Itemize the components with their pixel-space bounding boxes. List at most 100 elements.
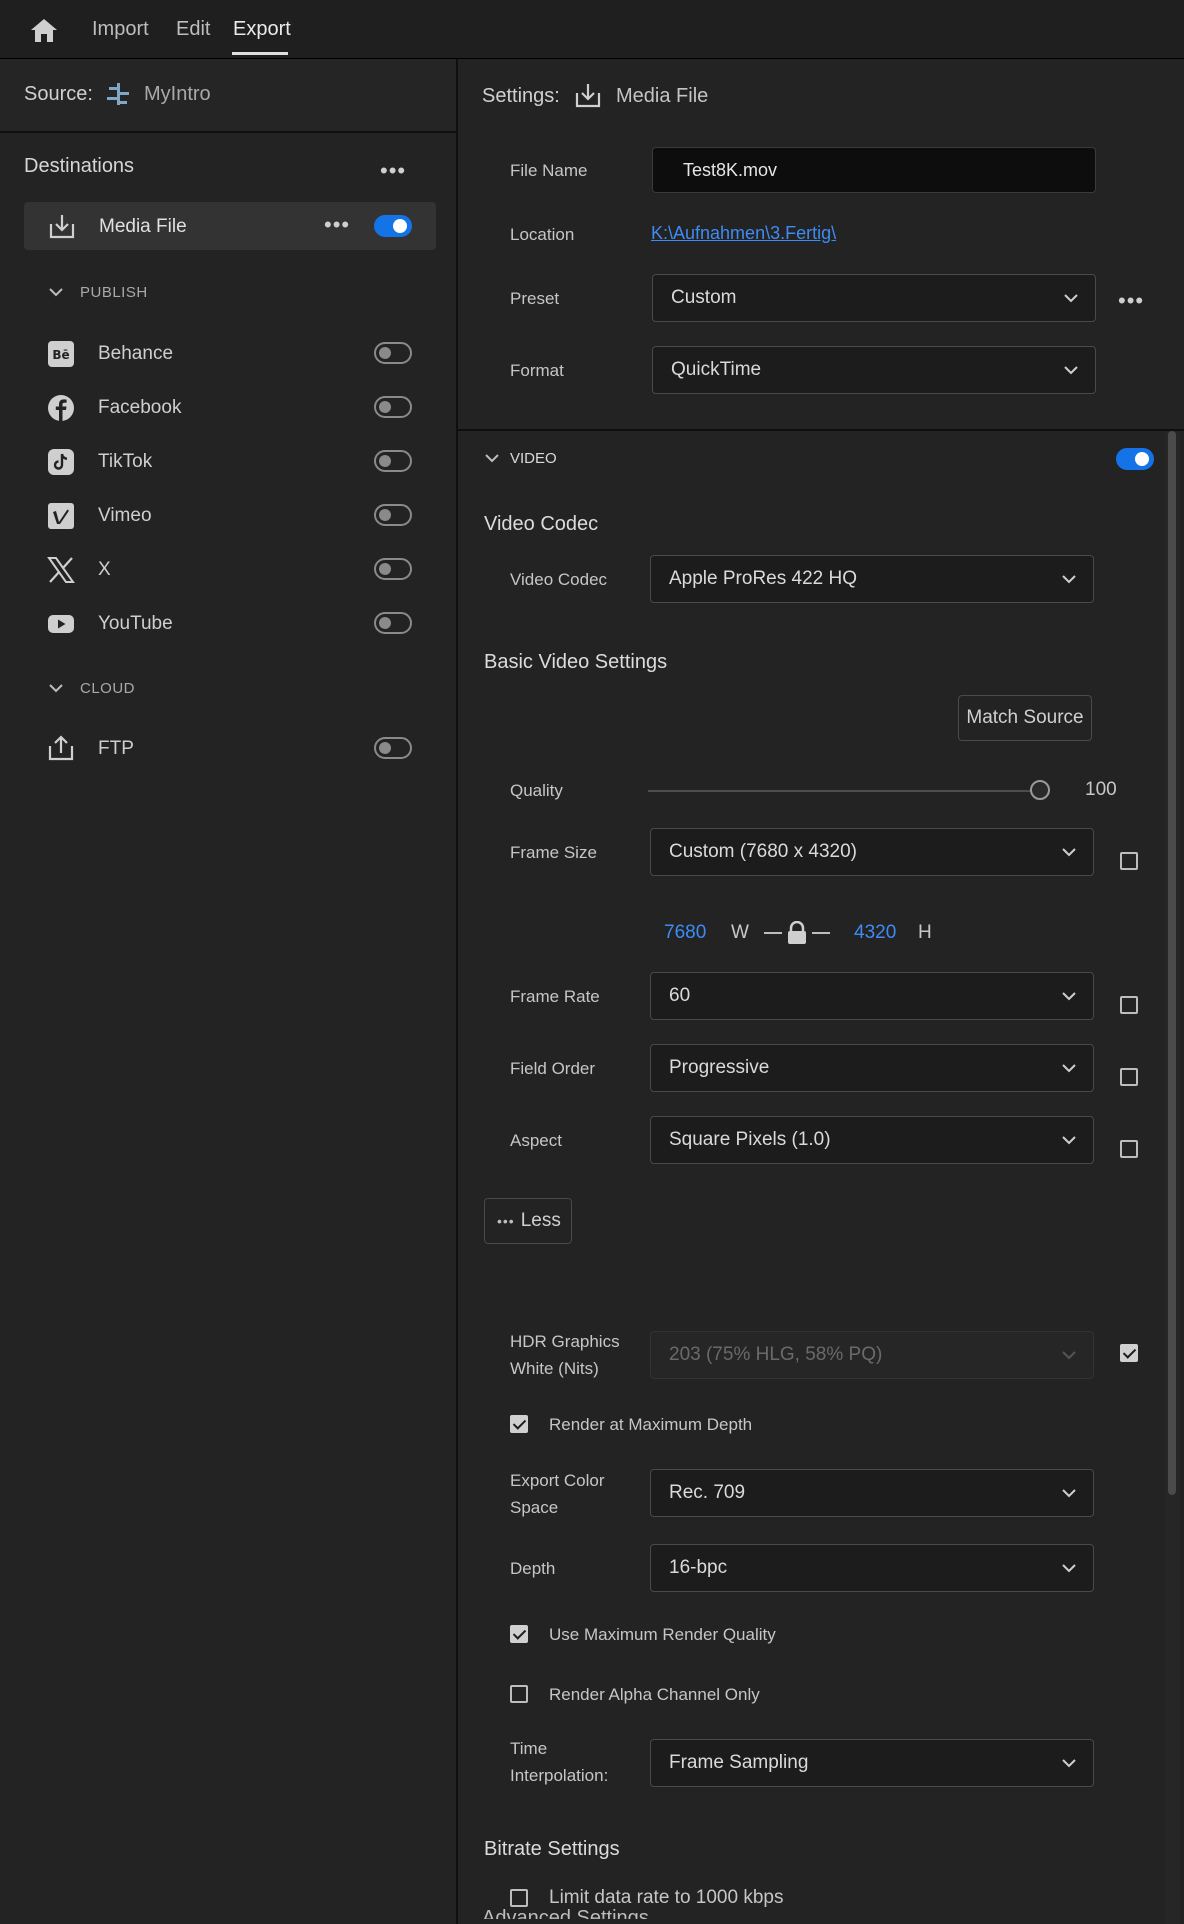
ftp-toggle[interactable]: [374, 737, 412, 759]
aspect-dropdown[interactable]: Square Pixels (1.0): [650, 1116, 1094, 1164]
menu-export[interactable]: Export: [233, 18, 291, 41]
aspect-value: Square Pixels (1.0): [669, 1129, 831, 1150]
limit-data-rate-checkbox[interactable]: [510, 1889, 528, 1907]
tiktok-toggle[interactable]: [374, 450, 412, 472]
chevron-down-icon[interactable]: [48, 287, 64, 297]
x-toggle[interactable]: [374, 558, 412, 580]
video-codec-label: Video Codec: [510, 570, 608, 589]
destination-vimeo[interactable]: Vimeo: [98, 505, 152, 527]
export-file-icon: [49, 215, 75, 239]
height-value[interactable]: 4320: [854, 922, 896, 944]
lock-icon[interactable]: [764, 921, 830, 945]
menu-edit[interactable]: Edit: [176, 18, 210, 41]
publish-header[interactable]: PUBLISH: [80, 284, 148, 301]
video-section-header[interactable]: VIDEO: [510, 450, 557, 467]
height-unit-label: H: [918, 922, 932, 943]
home-icon[interactable]: [28, 16, 60, 44]
video-toggle[interactable]: [1116, 448, 1154, 470]
preset-more-icon[interactable]: •••: [1118, 290, 1144, 312]
destination-behance[interactable]: Behance: [98, 343, 173, 365]
destination-facebook[interactable]: Facebook: [98, 397, 181, 419]
frame-rate-dropdown[interactable]: 60: [650, 972, 1094, 1020]
export-color-space-label: Export Color Space: [510, 1467, 604, 1521]
media-file-label: Media File: [99, 216, 187, 237]
menu-import[interactable]: Import: [92, 18, 149, 41]
facebook-icon: [48, 395, 74, 421]
quality-slider-track[interactable]: [648, 790, 1040, 792]
export-file-icon: [575, 84, 601, 108]
source-bar: Source: MyIntro: [0, 59, 456, 133]
width-value[interactable]: 7680: [664, 922, 706, 944]
chevron-down-icon: [1062, 992, 1076, 1001]
chevron-down-icon: [1062, 1136, 1076, 1145]
chevron-down-icon: [1062, 848, 1076, 857]
frame-size-dropdown[interactable]: Custom (7680 x 4320): [650, 828, 1094, 876]
destination-media-file[interactable]: Media File •••: [24, 202, 436, 250]
video-codec-value: Apple ProRes 422 HQ: [669, 568, 857, 589]
max-render-quality-checkbox[interactable]: [510, 1625, 528, 1643]
format-value: QuickTime: [671, 359, 762, 380]
tiktok-icon: [48, 449, 74, 475]
frame-size-label: Frame Size: [510, 843, 597, 862]
depth-label: Depth: [510, 1559, 556, 1578]
cloud-header[interactable]: CLOUD: [80, 680, 135, 697]
alpha-only-label: Render Alpha Channel Only: [549, 1685, 760, 1704]
match-source-button[interactable]: Match Source: [958, 695, 1092, 741]
destination-ftp[interactable]: FTP: [98, 738, 134, 760]
field-order-match-checkbox[interactable]: [1120, 1068, 1138, 1086]
destinations-panel: Source: MyIntro Destinations ••• Media F…: [0, 59, 458, 1924]
alpha-only-checkbox[interactable]: [510, 1685, 528, 1703]
less-button[interactable]: ••• Less: [484, 1198, 572, 1244]
hdr-white-dropdown: 203 (75% HLG, 58% PQ): [650, 1331, 1094, 1379]
hdr-white-checkbox[interactable]: [1120, 1344, 1138, 1362]
scrollbar-thumb[interactable]: [1168, 431, 1176, 1495]
chevron-down-icon[interactable]: [48, 683, 64, 693]
chevron-down-icon[interactable]: [484, 453, 500, 463]
location-link[interactable]: K:\Aufnahmen\3.Fertig\: [651, 223, 836, 244]
video-codec-section-title: Video Codec: [484, 513, 599, 535]
vimeo-toggle[interactable]: [374, 504, 412, 526]
quality-label: Quality: [510, 781, 563, 800]
video-codec-dropdown[interactable]: Apple ProRes 422 HQ: [650, 555, 1094, 603]
quality-value[interactable]: 100: [1085, 779, 1117, 801]
facebook-toggle[interactable]: [374, 396, 412, 418]
frame-rate-value: 60: [669, 985, 691, 1006]
preset-value: Custom: [671, 287, 737, 308]
destination-tiktok[interactable]: TikTok: [98, 451, 152, 473]
source-label: Source:: [24, 83, 93, 105]
youtube-toggle[interactable]: [374, 612, 412, 634]
hdr-graphics-label-line2: White (Nits): [510, 1359, 599, 1378]
quality-slider-handle[interactable]: [1030, 780, 1050, 800]
preset-dropdown[interactable]: Custom: [652, 274, 1096, 322]
behance-toggle[interactable]: [374, 342, 412, 364]
destinations-more-icon[interactable]: •••: [380, 160, 406, 182]
file-name-input[interactable]: Test8K.mov: [652, 147, 1096, 193]
export-color-space-label-line1: Export Color: [510, 1471, 605, 1490]
settings-label: Settings:: [482, 85, 560, 107]
render-max-depth-label: Render at Maximum Depth: [549, 1415, 753, 1434]
top-menu-bar: Import Edit Export: [0, 0, 1184, 59]
field-order-value: Progressive: [669, 1057, 770, 1078]
media-file-toggle[interactable]: [374, 215, 412, 237]
frame-size-match-checkbox[interactable]: [1120, 852, 1138, 870]
active-tab-indicator: [232, 52, 288, 55]
chevron-down-icon: [1062, 575, 1076, 584]
export-color-space-dropdown[interactable]: Rec. 709: [650, 1469, 1094, 1517]
time-interpolation-dropdown[interactable]: Frame Sampling: [650, 1739, 1094, 1787]
sequence-icon: [107, 83, 129, 105]
render-max-depth-checkbox[interactable]: [510, 1415, 528, 1433]
media-file-more-icon[interactable]: •••: [324, 214, 350, 236]
export-color-space-value: Rec. 709: [669, 1482, 746, 1503]
hdr-graphics-label-line1: HDR Graphics: [510, 1332, 620, 1351]
frame-rate-match-checkbox[interactable]: [1120, 996, 1138, 1014]
destination-x[interactable]: X: [98, 559, 111, 581]
aspect-match-checkbox[interactable]: [1120, 1140, 1138, 1158]
field-order-dropdown[interactable]: Progressive: [650, 1044, 1094, 1092]
time-interpolation-label: Time Interpolation:: [510, 1735, 608, 1789]
destination-youtube[interactable]: YouTube: [98, 613, 173, 635]
depth-dropdown[interactable]: 16-bpc: [650, 1544, 1094, 1592]
export-color-space-label-line2: Space: [510, 1498, 559, 1517]
max-render-quality-label: Use Maximum Render Quality: [549, 1625, 776, 1644]
source-name[interactable]: MyIntro: [144, 83, 211, 106]
format-dropdown[interactable]: QuickTime: [652, 346, 1096, 394]
